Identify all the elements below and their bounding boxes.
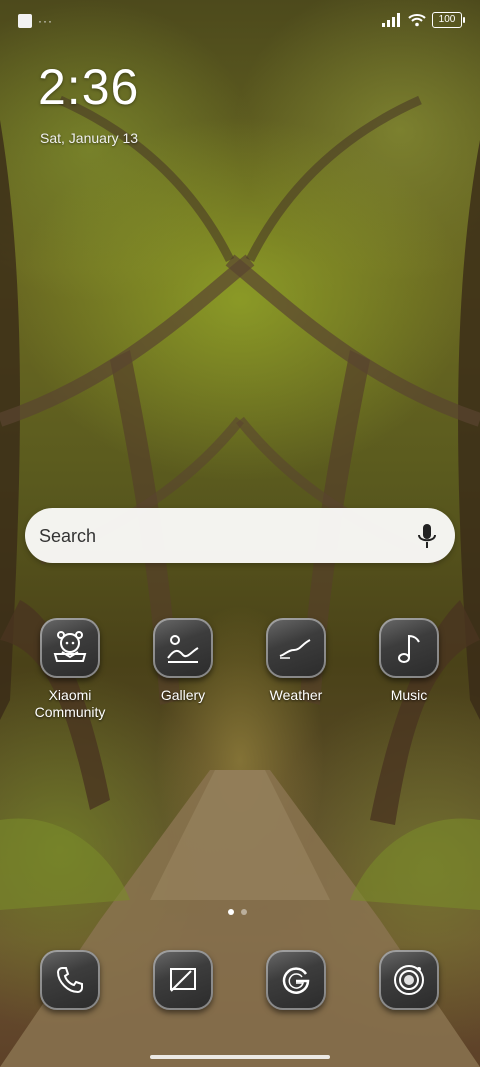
google-icon	[266, 950, 326, 1010]
dock-messages[interactable]	[133, 950, 233, 1010]
app-weather[interactable]: Weather	[246, 618, 346, 704]
battery-indicator: 100	[432, 12, 465, 28]
notification-icon	[18, 14, 32, 28]
dock-phone[interactable]	[20, 950, 120, 1010]
xiaomi-community-icon	[40, 618, 100, 678]
page-indicator	[228, 909, 247, 915]
page-dot-active	[228, 909, 234, 915]
messages-icon	[153, 950, 213, 1010]
app-label: Xiaomi Community	[34, 687, 106, 720]
weather-icon	[266, 618, 326, 678]
music-icon	[379, 618, 439, 678]
clock-date[interactable]: Sat, January 13	[40, 130, 138, 146]
status-bar: ··· 100	[0, 0, 480, 40]
microphone-icon[interactable]	[415, 522, 439, 550]
wifi-icon	[408, 14, 426, 27]
home-indicator[interactable]	[150, 1055, 330, 1059]
clock-time[interactable]: 2:36	[38, 58, 139, 116]
camera-icon	[379, 950, 439, 1010]
more-notifications-indicator: ···	[38, 14, 53, 28]
gallery-icon	[153, 618, 213, 678]
app-label: Music	[390, 687, 428, 703]
page-dot	[241, 909, 247, 915]
app-gallery[interactable]: Gallery	[133, 618, 233, 704]
search-bar[interactable]: Search	[25, 508, 455, 563]
phone-icon	[40, 950, 100, 1010]
signal-icon	[382, 13, 400, 27]
dock-google[interactable]	[246, 950, 346, 1010]
app-label: Gallery	[160, 687, 206, 703]
app-label: Weather	[269, 687, 323, 703]
app-music[interactable]: Music	[359, 618, 459, 704]
dock-camera[interactable]	[359, 950, 459, 1010]
app-xiaomi-community[interactable]: Xiaomi Community	[20, 618, 120, 721]
search-placeholder: Search	[39, 526, 97, 546]
